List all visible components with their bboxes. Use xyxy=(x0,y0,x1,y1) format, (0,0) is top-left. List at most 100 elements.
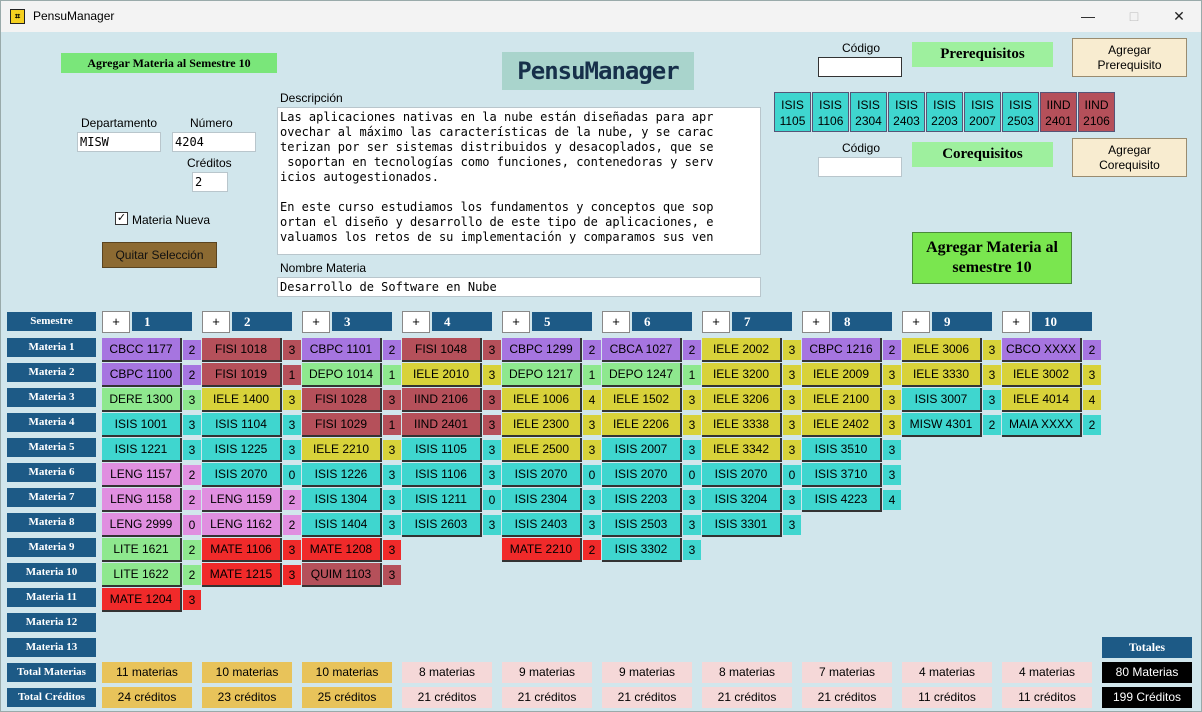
add-course-button[interactable]: + xyxy=(902,311,930,333)
course-cell[interactable]: IELE 2002 xyxy=(702,338,782,362)
course-cell[interactable]: IIND 2106 xyxy=(402,388,482,412)
course-cell[interactable]: ISIS 1105 xyxy=(402,438,482,462)
prereq-item[interactable]: ISIS 1105 xyxy=(774,92,811,132)
course-cell[interactable]: IELE 1502 xyxy=(602,388,682,412)
course-cell[interactable]: ISIS 2304 xyxy=(502,488,582,512)
course-cell[interactable]: CBPC 1299 xyxy=(502,338,582,362)
prereq-item[interactable]: IIND 2106 xyxy=(1078,92,1115,132)
add-course-button[interactable]: + xyxy=(202,311,230,333)
course-cell[interactable]: ISIS 1106 xyxy=(402,463,482,487)
course-cell[interactable]: ISIS 2503 xyxy=(602,513,682,537)
course-cell[interactable]: IELE 2300 xyxy=(502,413,582,437)
course-cell[interactable]: LITE 1622 xyxy=(102,563,182,587)
materia-nueva-checkbox[interactable]: ✓ xyxy=(115,212,128,225)
course-cell[interactable]: MATE 1204 xyxy=(102,588,182,612)
course-cell[interactable]: ISIS 1225 xyxy=(202,438,282,462)
course-cell[interactable]: MISW 4301 xyxy=(902,413,982,437)
course-cell[interactable]: ISIS 2070 xyxy=(502,463,582,487)
add-course-button[interactable]: + xyxy=(102,311,130,333)
agregar-prerequisito-button[interactable]: Agregar Prerequisito xyxy=(1072,38,1187,77)
course-cell[interactable]: LENG 1162 xyxy=(202,513,282,537)
course-cell[interactable]: DEPO 1014 xyxy=(302,363,382,387)
course-cell[interactable]: ISIS 1304 xyxy=(302,488,382,512)
departamento-input[interactable]: MISW xyxy=(77,132,161,152)
course-cell[interactable]: IELE 3002 xyxy=(1002,363,1082,387)
course-cell[interactable]: MAIA XXXX xyxy=(1002,413,1082,437)
course-cell[interactable]: ISIS 1104 xyxy=(202,413,282,437)
course-cell[interactable]: IELE 2010 xyxy=(402,363,482,387)
minimize-button[interactable]: — xyxy=(1065,1,1111,32)
prereq-item[interactable]: ISIS 2203 xyxy=(926,92,963,132)
creditos-input[interactable]: 2 xyxy=(192,172,228,192)
course-cell[interactable]: LENG 1157 xyxy=(102,463,182,487)
agregar-materia-semestre-button[interactable]: Agregar Materia al semestre 10 xyxy=(912,232,1072,284)
course-cell[interactable]: IELE 1006 xyxy=(502,388,582,412)
coreq-codigo-input[interactable] xyxy=(818,157,902,177)
course-cell[interactable]: IELE 2500 xyxy=(502,438,582,462)
course-cell[interactable]: ISIS 1211 xyxy=(402,488,482,512)
prereq-item[interactable]: ISIS 2503 xyxy=(1002,92,1039,132)
course-cell[interactable]: FISI 1018 xyxy=(202,338,282,362)
course-cell[interactable]: LENG 1158 xyxy=(102,488,182,512)
course-cell[interactable]: LITE 1621 xyxy=(102,538,182,562)
course-cell[interactable]: MATE 1106 xyxy=(202,538,282,562)
prereq-item[interactable]: ISIS 2007 xyxy=(964,92,1001,132)
course-cell[interactable]: IELE 2206 xyxy=(602,413,682,437)
add-course-button[interactable]: + xyxy=(1002,311,1030,333)
course-cell[interactable]: ISIS 2203 xyxy=(602,488,682,512)
course-cell[interactable]: IELE 3200 xyxy=(702,363,782,387)
course-cell[interactable]: ISIS 2070 xyxy=(702,463,782,487)
course-cell[interactable]: IELE 3342 xyxy=(702,438,782,462)
course-cell[interactable]: ISIS 2070 xyxy=(202,463,282,487)
course-cell[interactable]: ISIS 2007 xyxy=(602,438,682,462)
numero-input[interactable]: 4204 xyxy=(172,132,256,152)
course-cell[interactable]: FISI 1048 xyxy=(402,338,482,362)
course-cell[interactable]: CBCC 1177 xyxy=(102,338,182,362)
add-course-button[interactable]: + xyxy=(502,311,530,333)
course-cell[interactable]: CBCA 1027 xyxy=(602,338,682,362)
course-cell[interactable]: MATE 2210 xyxy=(502,538,582,562)
course-cell[interactable]: DERE 1300 xyxy=(102,388,182,412)
maximize-button[interactable]: □ xyxy=(1111,1,1157,32)
add-course-button[interactable]: + xyxy=(602,311,630,333)
prereq-item[interactable]: ISIS 1106 xyxy=(812,92,849,132)
course-cell[interactable]: IELE 2100 xyxy=(802,388,882,412)
nombre-materia-input[interactable]: Desarrollo de Software en Nube xyxy=(277,277,761,297)
course-cell[interactable]: IELE 4014 xyxy=(1002,388,1082,412)
course-cell[interactable]: ISIS 1404 xyxy=(302,513,382,537)
course-cell[interactable]: ISIS 1001 xyxy=(102,413,182,437)
add-course-button[interactable]: + xyxy=(702,311,730,333)
course-cell[interactable]: ISIS 2070 xyxy=(602,463,682,487)
close-button[interactable]: ✕ xyxy=(1156,1,1202,32)
course-cell[interactable]: FISI 1019 xyxy=(202,363,282,387)
prereq-item[interactable]: ISIS 2304 xyxy=(850,92,887,132)
course-cell[interactable]: ISIS 1226 xyxy=(302,463,382,487)
course-cell[interactable]: CBPC 1100 xyxy=(102,363,182,387)
course-cell[interactable]: FISI 1028 xyxy=(302,388,382,412)
course-cell[interactable]: ISIS 3204 xyxy=(702,488,782,512)
course-cell[interactable]: IELE 2009 xyxy=(802,363,882,387)
prereq-item[interactable]: IIND 2401 xyxy=(1040,92,1077,132)
course-cell[interactable]: ISIS 3710 xyxy=(802,463,882,487)
course-cell[interactable]: IELE 3338 xyxy=(702,413,782,437)
course-cell[interactable]: IIND 2401 xyxy=(402,413,482,437)
course-cell[interactable]: IELE 2210 xyxy=(302,438,382,462)
prereq-codigo-input[interactable] xyxy=(818,57,902,77)
course-cell[interactable]: ISIS 3302 xyxy=(602,538,682,562)
prereq-item[interactable]: ISIS 2403 xyxy=(888,92,925,132)
course-cell[interactable]: QUIM 1103 xyxy=(302,563,382,587)
course-cell[interactable]: ISIS 2403 xyxy=(502,513,582,537)
course-cell[interactable]: FISI 1029 xyxy=(302,413,382,437)
course-cell[interactable]: CBPC 1101 xyxy=(302,338,382,362)
course-cell[interactable]: ISIS 1221 xyxy=(102,438,182,462)
course-cell[interactable]: ISIS 3301 xyxy=(702,513,782,537)
add-course-button[interactable]: + xyxy=(302,311,330,333)
course-cell[interactable]: CBCO XXXX xyxy=(1002,338,1082,362)
agregar-corequisito-button[interactable]: Agregar Corequisito xyxy=(1072,138,1187,177)
course-cell[interactable]: DEPO 1247 xyxy=(602,363,682,387)
add-course-button[interactable]: + xyxy=(802,311,830,333)
quitar-seleccion-button[interactable]: Quitar Selección xyxy=(102,242,217,268)
descripcion-textarea[interactable]: Las aplicaciones nativas en la nube está… xyxy=(277,107,761,255)
add-course-button[interactable]: + xyxy=(402,311,430,333)
course-cell[interactable]: ISIS 2603 xyxy=(402,513,482,537)
